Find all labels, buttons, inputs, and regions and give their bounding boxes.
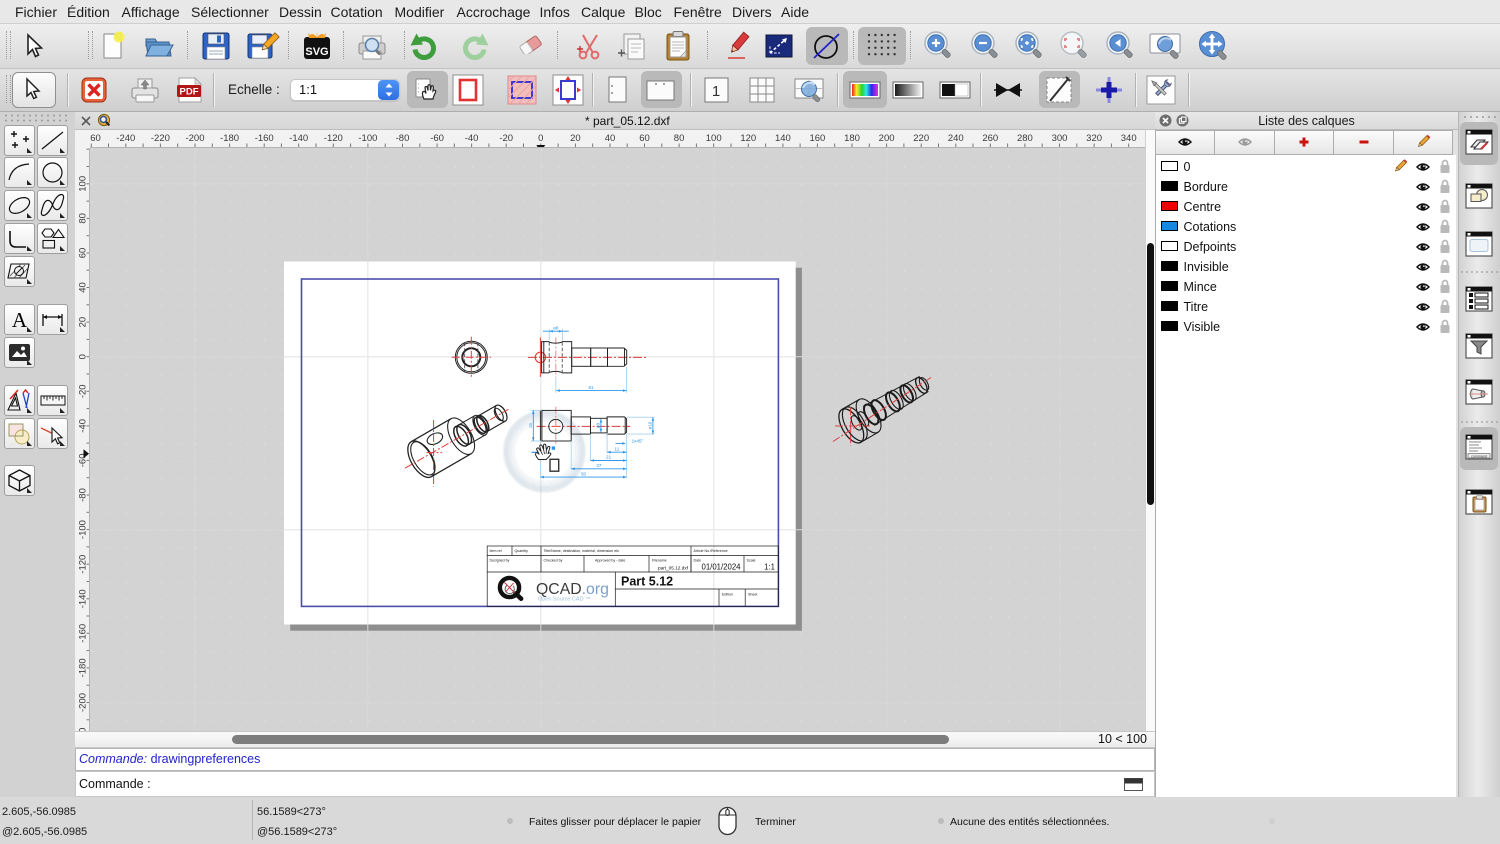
svg-text:part_05.12.dxf: part_05.12.dxf (658, 566, 689, 571)
svg-text:-220: -220 (151, 133, 170, 144)
svg-text:220: 220 (913, 133, 929, 144)
svg-text:11: 11 (615, 446, 620, 451)
svg-text:280: 280 (1017, 133, 1033, 144)
svg-text:Date: Date (694, 559, 702, 563)
svg-text:-180: -180 (220, 133, 239, 144)
svg-text:Part 5.12: Part 5.12 (621, 575, 673, 589)
svg-text:18: 18 (528, 423, 533, 429)
svg-text:Item ref: Item ref (490, 549, 502, 553)
svg-text:QCAD.org: QCAD.org (536, 581, 609, 598)
svg-text:60: 60 (639, 133, 650, 144)
svg-text:160: 160 (809, 133, 825, 144)
svg-text:Scale: Scale (747, 559, 756, 563)
svg-text:37: 37 (596, 463, 602, 468)
svg-text:0: 0 (538, 133, 543, 144)
svg-text:Sheet: Sheet (748, 593, 757, 597)
svg-text:240: 240 (948, 133, 964, 144)
svg-text:Open Source CAD ™: Open Source CAD ™ (538, 597, 591, 603)
svg-text:ø9: ø9 (596, 422, 601, 428)
svg-text:Filename: Filename (652, 559, 667, 563)
svg-text:SVG: SVG (305, 46, 328, 58)
svg-text:120: 120 (740, 133, 756, 144)
svg-text:340: 340 (1121, 133, 1137, 144)
svg-text:260: 260 (982, 133, 998, 144)
svg-text:320: 320 (1086, 133, 1102, 144)
svg-text:A: A (12, 308, 28, 332)
svg-text:80: 80 (674, 133, 685, 144)
svg-text:-100: -100 (358, 133, 377, 144)
svg-text:-200: -200 (185, 133, 204, 144)
svg-text:-80: -80 (396, 133, 410, 144)
svg-text:01/01/2024: 01/01/2024 (702, 563, 742, 572)
svg-text:Quantity: Quantity (515, 549, 529, 553)
svg-text:Title/Name, destination, mater: Title/Name, destination, material, dimen… (544, 549, 620, 553)
svg-text:-120: -120 (324, 133, 343, 144)
svg-text:Article No./Reference: Article No./Reference (694, 549, 728, 553)
svg-text:300: 300 (1052, 133, 1068, 144)
svg-text:Designed by: Designed by (490, 559, 510, 563)
svg-text:140: 140 (775, 133, 791, 144)
svg-text:61: 61 (588, 385, 594, 390)
svg-text:ø10: ø10 (648, 421, 653, 429)
svg-text:ø8: ø8 (553, 325, 559, 330)
svg-text:50: 50 (581, 471, 587, 476)
svg-text:20: 20 (570, 133, 581, 144)
svg-text:100: 100 (706, 133, 722, 144)
svg-text:1: 1 (712, 83, 720, 100)
svg-text:1:1: 1:1 (764, 563, 775, 572)
svg-text:-240: -240 (116, 133, 135, 144)
svg-text:PDF: PDF (180, 87, 199, 98)
svg-text:Edition: Edition (722, 593, 733, 597)
svg-text:-60: -60 (430, 133, 444, 144)
svg-text:40: 40 (605, 133, 616, 144)
svg-text:-20: -20 (499, 133, 513, 144)
svg-text:Approved by - date: Approved by - date (595, 559, 625, 563)
svg-text:Checked by: Checked by (544, 559, 563, 563)
svg-text:-40: -40 (465, 133, 479, 144)
svg-text:180: 180 (844, 133, 860, 144)
svg-text:-140: -140 (289, 133, 308, 144)
svg-text:command: command (1471, 454, 1487, 458)
svg-text:21: 21 (606, 455, 612, 460)
svg-text:200: 200 (879, 133, 895, 144)
svg-text:1x45°: 1x45° (632, 439, 644, 444)
svg-text:-160: -160 (255, 133, 274, 144)
